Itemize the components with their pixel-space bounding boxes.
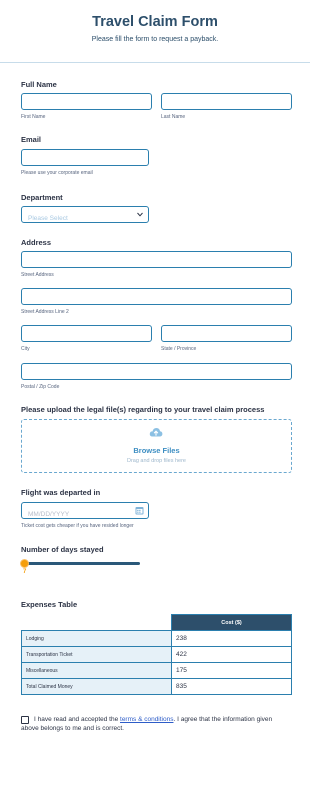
terms-link[interactable]: terms & conditions <box>120 716 173 723</box>
last-name-sublabel: Last Name <box>161 114 186 120</box>
flight-date-input[interactable]: MM/DD/YYYY <box>21 502 149 519</box>
zip-code-input[interactable] <box>21 363 292 380</box>
browse-files-button[interactable]: Browse Files <box>21 446 292 455</box>
address-label: Address <box>21 238 52 247</box>
dropzone-hint: Drag and drop files here <box>126 458 186 464</box>
transportation-cost-input[interactable]: 422 <box>171 646 292 663</box>
miscellaneous-cost-input[interactable]: 175 <box>171 662 292 679</box>
calendar-icon[interactable] <box>135 506 144 515</box>
table-row: Total Claimed Money 835 <box>21 678 292 695</box>
row-label: Transportation Ticket <box>21 646 172 663</box>
first-name-sublabel: First Name <box>21 114 46 120</box>
department-select[interactable]: Please Select <box>21 206 149 223</box>
first-name-input[interactable] <box>21 93 152 110</box>
terms-text-before: I have read and accepted the <box>34 716 121 723</box>
table-row: Transportation Ticket 422 <box>21 646 292 663</box>
days-slider-value: 7 <box>23 569 27 575</box>
row-label: Miscellaneous <box>21 662 172 679</box>
cost-column-header: Cost ($) <box>171 614 292 631</box>
department-selected-value: Please Select <box>28 215 68 222</box>
lodging-cost-input[interactable]: 238 <box>171 630 292 647</box>
email-sublabel: Please use your corporate email <box>21 170 93 176</box>
cloud-upload-icon <box>149 428 163 437</box>
header-divider <box>0 62 310 63</box>
full-name-label: Full Name <box>21 80 57 89</box>
terms-text: I have read and accepted the terms & con… <box>21 715 291 733</box>
flight-sublabel: Ticket cost gets cheaper if you have res… <box>21 523 134 529</box>
terms-checkbox[interactable] <box>21 716 29 724</box>
state-sublabel: State / Province <box>161 346 197 352</box>
zip-code-sublabel: Postal / Zip Code <box>21 384 60 390</box>
flight-label: Flight was departed in <box>21 488 101 497</box>
upload-label: Please upload the legal file(s) regardin… <box>21 405 265 414</box>
expenses-label: Expenses Table <box>21 600 78 609</box>
days-slider-handle[interactable] <box>20 559 29 568</box>
expenses-table: Cost ($) Lodging 238 Transportation Tick… <box>21 614 292 695</box>
state-input[interactable] <box>161 325 292 342</box>
street-address-input[interactable] <box>21 251 292 268</box>
city-sublabel: City <box>21 346 30 352</box>
table-row: Miscellaneous 175 <box>21 662 292 679</box>
form-title: Travel Claim Form <box>92 14 218 30</box>
street-address-line2-input[interactable] <box>21 288 292 305</box>
chevron-down-icon <box>137 212 143 217</box>
department-label: Department <box>21 193 63 202</box>
days-slider-track[interactable] <box>25 562 140 565</box>
row-label: Lodging <box>21 630 172 647</box>
last-name-input[interactable] <box>161 93 292 110</box>
city-input[interactable] <box>21 325 152 342</box>
email-label: Email <box>21 135 42 144</box>
flight-date-placeholder: MM/DD/YYYY <box>28 511 70 518</box>
total-cost-input[interactable]: 835 <box>171 678 292 695</box>
row-label: Total Claimed Money <box>21 678 172 695</box>
street-address-line2-sublabel: Street Address Line 2 <box>21 309 69 315</box>
form-subtitle: Please fill the form to request a paybac… <box>91 36 219 43</box>
table-corner <box>21 614 172 631</box>
street-address-sublabel: Street Address <box>21 272 54 278</box>
days-label: Number of days stayed <box>21 545 104 554</box>
table-row: Lodging 238 <box>21 630 292 647</box>
email-field[interactable] <box>21 149 149 166</box>
